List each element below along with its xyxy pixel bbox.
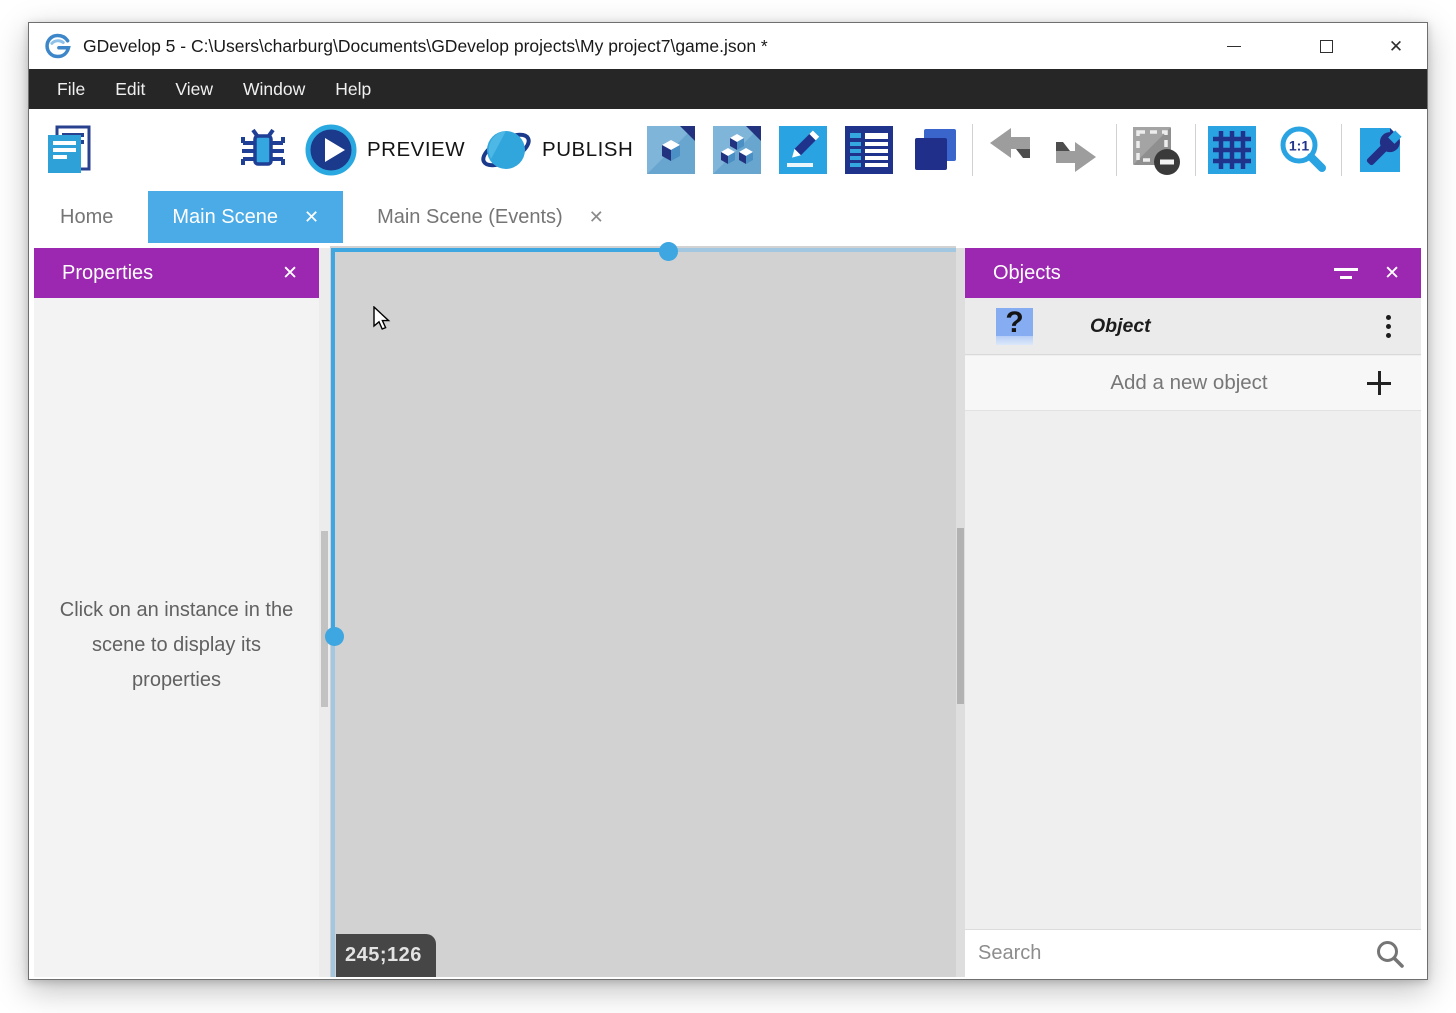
minimize-button[interactable] <box>1204 23 1264 69</box>
properties-close-icon[interactable]: ✕ <box>282 262 298 285</box>
play-icon <box>304 123 358 177</box>
scene-window-border-top <box>331 248 669 252</box>
object-name: Object <box>1090 315 1386 338</box>
menu-file[interactable]: File <box>42 69 100 109</box>
open-events-button[interactable] <box>845 126 893 174</box>
redo-button[interactable] <box>1052 126 1100 174</box>
toggle-grid-button[interactable] <box>1208 126 1256 174</box>
menu-bar: File Edit View Window Help <box>29 69 1427 109</box>
objects-panel: Objects ✕ ? Object Add a new object <box>965 248 1421 977</box>
tab-home[interactable]: Home <box>34 191 139 243</box>
undo-icon <box>986 126 1034 174</box>
search-icon[interactable] <box>1375 939 1405 969</box>
add-object-label: Add a new object <box>965 371 1367 395</box>
project-manager-icon <box>41 123 95 177</box>
objects-header: Objects ✕ <box>965 248 1421 298</box>
open-layers-button[interactable] <box>911 126 959 174</box>
object-list-item[interactable]: ? Object <box>965 298 1421 355</box>
publish-button[interactable]: PUBLISH <box>479 123 633 177</box>
window-title: GDevelop 5 - C:\Users\charburg\Documents… <box>83 23 768 69</box>
tab-main-scene-close-icon[interactable]: ✕ <box>304 207 319 228</box>
toolbar-separator <box>972 124 973 176</box>
tab-main-scene-events-label: Main Scene (Events) <box>377 206 563 229</box>
edit-objects-groups-button[interactable] <box>713 126 761 174</box>
editor-tabs: Home Main Scene ✕ Main Scene (Events) ✕ <box>29 191 1427 243</box>
edit-scene-properties-button[interactable] <box>779 126 827 174</box>
zoom-1-1-icon: 1:1 <box>1275 123 1329 177</box>
redo-icon <box>1052 126 1100 174</box>
publish-label: PUBLISH <box>542 138 633 162</box>
scene-window-resize-handle-top[interactable] <box>659 242 678 261</box>
project-manager-button[interactable] <box>41 123 95 177</box>
menu-view[interactable]: View <box>160 69 228 109</box>
maximize-button[interactable] <box>1296 23 1356 69</box>
object-thumbnail-icon: ? <box>996 308 1033 345</box>
properties-header: Properties ✕ <box>34 248 319 298</box>
svg-text:1:1: 1:1 <box>1289 138 1309 154</box>
add-object-button[interactable]: Add a new object <box>965 356 1421 411</box>
gdevelop-logo-icon <box>44 32 72 60</box>
cursor-coordinates-badge: 245;126 <box>336 934 436 977</box>
scrollbar-thumb[interactable] <box>321 531 328 707</box>
events-list-icon <box>845 126 893 174</box>
layers-icon <box>911 126 959 174</box>
edit-scene-button[interactable] <box>647 126 695 174</box>
debugger-bug-icon <box>238 125 288 175</box>
gdevelop-window: GDevelop 5 - C:\Users\charburg\Documents… <box>28 22 1428 980</box>
scene-window-border-top-extension <box>669 248 956 252</box>
scene-window-border-left <box>331 248 335 637</box>
scene-window-resize-handle-left[interactable] <box>325 627 344 646</box>
filter-icon[interactable] <box>1334 268 1358 279</box>
scrollbar-thumb[interactable] <box>957 528 964 704</box>
tab-main-scene-events-close-icon[interactable]: ✕ <box>589 207 604 228</box>
objects-search-input[interactable] <box>965 942 1375 965</box>
pencil-icon <box>779 126 827 174</box>
main-toolbar: PREVIEW PUBLISH <box>29 109 1427 191</box>
tab-home-label: Home <box>60 206 113 229</box>
preview-button[interactable]: PREVIEW <box>304 123 465 177</box>
globe-icon <box>479 123 533 177</box>
undo-button[interactable] <box>986 126 1034 174</box>
toolbar-separator <box>1116 124 1117 176</box>
scene-canvas[interactable]: 245;126 <box>330 246 956 977</box>
canvas-left-scrollbar[interactable] <box>319 248 330 977</box>
properties-title: Properties <box>62 262 282 285</box>
mask-icon <box>1129 123 1183 177</box>
maximize-icon <box>1320 40 1333 53</box>
properties-empty-message: Click on an instance in the scene to dis… <box>34 593 319 698</box>
tab-main-scene-events[interactable]: Main Scene (Events) ✕ <box>351 191 630 243</box>
object-menu-kebab-icon[interactable] <box>1386 315 1391 338</box>
zoom-original-button[interactable]: 1:1 <box>1275 123 1329 177</box>
toolbar-separator <box>1341 124 1342 176</box>
menu-window[interactable]: Window <box>228 69 320 109</box>
objects-search-bar <box>965 929 1421 977</box>
objects-title: Objects <box>993 262 1334 285</box>
objects-group-icon <box>713 126 761 174</box>
tab-main-scene-label: Main Scene <box>172 206 278 229</box>
objects-close-icon[interactable]: ✕ <box>1384 262 1400 285</box>
grid-icon <box>1208 126 1256 174</box>
open-settings-button[interactable] <box>1354 124 1406 176</box>
canvas-right-scrollbar[interactable] <box>956 248 965 977</box>
toggle-mask-button[interactable] <box>1129 123 1183 177</box>
wrench-icon <box>1354 124 1406 176</box>
toolbar-separator <box>1195 124 1196 176</box>
tab-main-scene[interactable]: Main Scene ✕ <box>148 191 343 243</box>
properties-panel: Properties ✕ Click on an instance in the… <box>34 248 319 977</box>
close-icon: ✕ <box>1389 38 1403 55</box>
mouse-cursor-icon <box>373 306 395 332</box>
menu-edit[interactable]: Edit <box>100 69 160 109</box>
editor-content: Properties ✕ Click on an instance in the… <box>29 246 1427 977</box>
close-button[interactable]: ✕ <box>1366 23 1426 69</box>
scene-cube-icon <box>647 126 695 174</box>
plus-icon <box>1367 371 1391 395</box>
scene-window-border-left-extension <box>331 637 335 977</box>
menu-help[interactable]: Help <box>320 69 386 109</box>
minimize-icon <box>1227 46 1241 47</box>
debugger-button[interactable] <box>238 125 288 175</box>
preview-label: PREVIEW <box>367 138 465 162</box>
title-bar[interactable]: GDevelop 5 - C:\Users\charburg\Documents… <box>29 23 1427 69</box>
